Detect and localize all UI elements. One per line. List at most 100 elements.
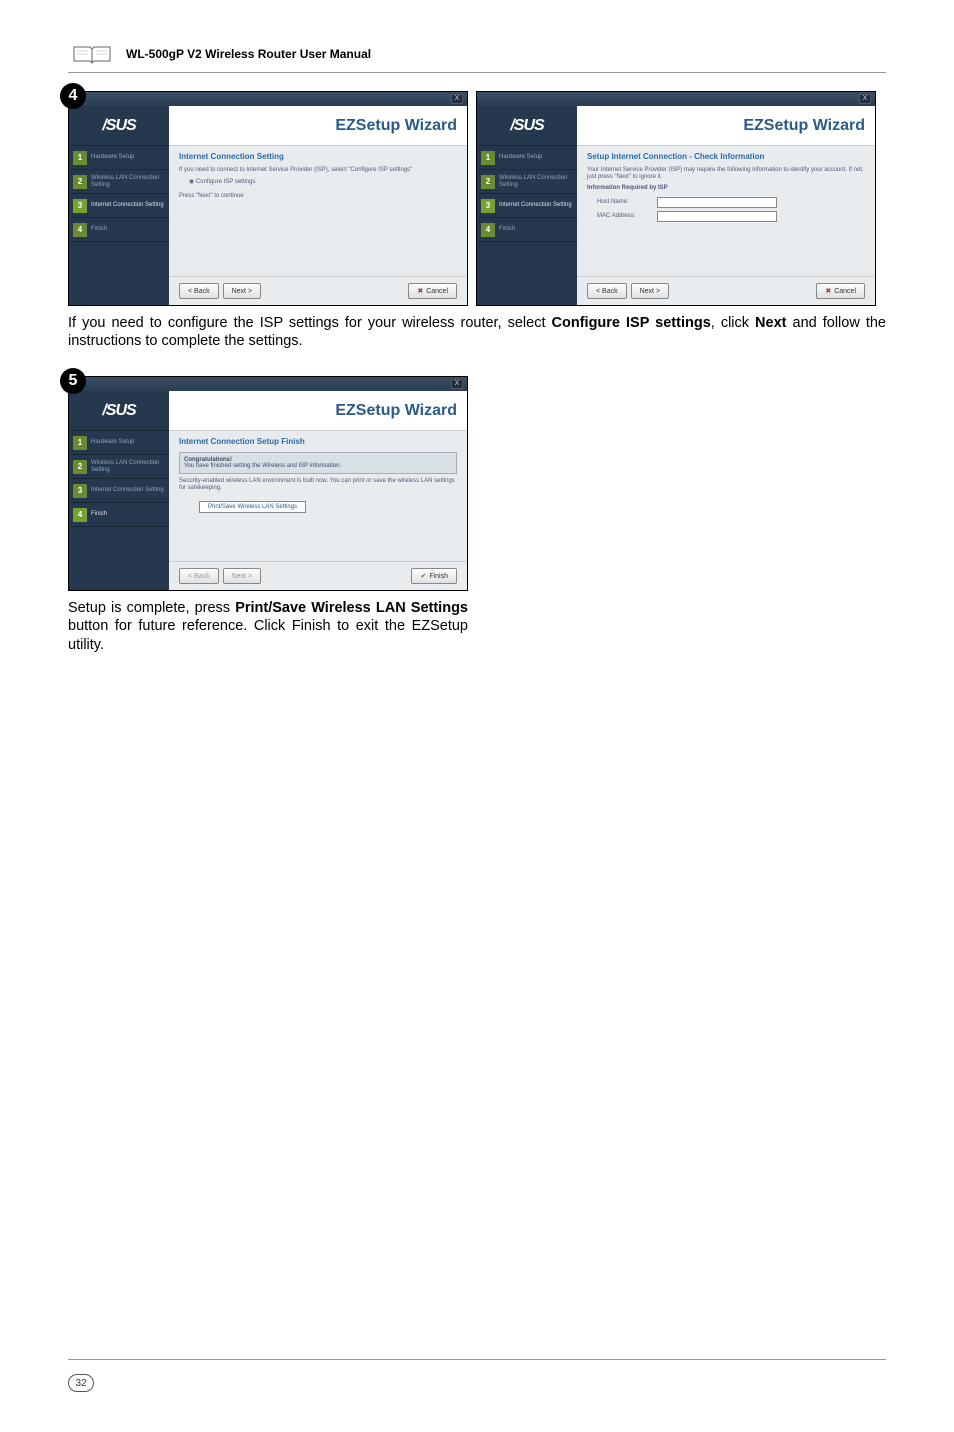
step4-row: 4 X /SUS 1 Hardware Setup 2 Wireless LAN C… xyxy=(68,91,886,306)
step-num: 1 xyxy=(73,151,87,165)
sidebar-item-wireless[interactable]: 2 Wireless LAN Connection Setting xyxy=(69,455,169,479)
step-num: 3 xyxy=(73,199,87,213)
press-next-text: Press "Next" to continue xyxy=(179,193,457,200)
sidebar-item-finish[interactable]: 4 Finish xyxy=(69,503,169,527)
content-title: Internet Connection Setup Finish xyxy=(179,437,457,446)
wizard-window-check-info: X /SUS 1 Hardware Setup 2 Wireless LAN Con… xyxy=(476,91,876,306)
step-num: 1 xyxy=(481,151,495,165)
step-label: Finish xyxy=(91,226,107,233)
sidebar-item-wireless[interactable]: 2 Wireless LAN Connection Setting xyxy=(69,170,169,194)
step-num: 4 xyxy=(481,223,495,237)
print-save-button[interactable]: Print/Save Wireless LAN Settings xyxy=(199,501,306,513)
sidebar-item-internet[interactable]: 3 Internet Connection Setting xyxy=(477,194,577,218)
configure-isp-radio[interactable]: ◉ Configure ISP settings xyxy=(189,178,457,185)
finish-button[interactable]: ✔Finish xyxy=(411,568,457,584)
content-desc: Your Internet Service Provider (ISP) may… xyxy=(587,167,865,181)
wizard-sidebar: /SUS 1 Hardware Setup 2 Wireless LAN Conne… xyxy=(477,106,577,305)
security-text: Security-enabled wireless LAN environmen… xyxy=(179,478,457,492)
wizard-window-finish: X /SUS 1 Hardware Setup 2 Wireless LAN Con… xyxy=(68,376,468,591)
titlebar: X xyxy=(477,92,875,106)
sidebar-item-finish[interactable]: 4 Finish xyxy=(477,218,577,242)
step-num: 3 xyxy=(73,484,87,498)
congrat-text: You have finished setting the Wireless a… xyxy=(184,463,452,469)
wizard-buttons: < Back Next > ✖Cancel xyxy=(169,276,467,305)
next-button[interactable]: Next > xyxy=(631,283,669,299)
sidebar-item-wireless[interactable]: 2 Wireless LAN Connection Setting xyxy=(477,170,577,194)
wizard-title: EZSetup Wizard xyxy=(577,106,875,146)
step-label: Wireless LAN Connection Setting xyxy=(91,460,165,473)
host-name-label: Host Name: xyxy=(597,199,657,205)
sidebar-item-hardware[interactable]: 1 Hardware Setup xyxy=(69,146,169,170)
close-icon[interactable]: X xyxy=(451,379,463,389)
step4-caption: If you need to configure the ISP setting… xyxy=(68,314,886,350)
footer-rule xyxy=(68,1359,886,1360)
wizard-content: Setup Internet Connection - Check Inform… xyxy=(577,146,875,276)
next-button: Next > xyxy=(223,568,261,584)
wizard-sidebar: /SUS 1 Hardware Setup 2 Wireless LAN Conne… xyxy=(69,391,169,590)
step-label: Hardware Setup xyxy=(499,154,542,161)
wizard-window-isp-setting: X /SUS 1 Hardware Setup 2 Wireless LAN Con… xyxy=(68,91,468,306)
step-label: Finish xyxy=(91,511,107,518)
x-icon: ✖ xyxy=(417,287,423,295)
step-badge-4: 4 xyxy=(60,83,86,109)
sidebar-item-hardware[interactable]: 1 Hardware Setup xyxy=(477,146,577,170)
back-button[interactable]: < Back xyxy=(587,283,627,299)
step-label: Wireless LAN Connection Setting xyxy=(91,175,165,188)
step-label: Internet Connection Setting xyxy=(499,202,572,209)
step-label: Internet Connection Setting xyxy=(91,487,164,494)
step5-row: 5 X /SUS 1Hardware Setup 2Wireless LAN C… xyxy=(68,376,886,591)
congratulations-box: Congratulations! You have finished setti… xyxy=(179,452,457,474)
step5-caption: Setup is complete, press Print/Save Wire… xyxy=(68,599,468,653)
step-label: Hardware Setup xyxy=(91,154,134,161)
next-button[interactable]: Next > xyxy=(223,283,261,299)
content-title: Internet Connection Setting xyxy=(179,152,457,161)
titlebar: X xyxy=(69,92,467,106)
sidebar-item-finish[interactable]: 4 Finish xyxy=(69,218,169,242)
sidebar-item-internet[interactable]: 3 Internet Connection Setting xyxy=(69,479,169,503)
step-label: Internet Connection Setting xyxy=(91,202,164,209)
step-label: Finish xyxy=(499,226,515,233)
wizard-buttons: < Back Next > ✖Cancel xyxy=(577,276,875,305)
step-num: 3 xyxy=(481,199,495,213)
check-icon: ✔ xyxy=(420,572,426,580)
radio-label: Configure ISP settings xyxy=(196,179,256,185)
back-button[interactable]: < Back xyxy=(179,283,219,299)
mac-address-input[interactable] xyxy=(657,211,777,222)
close-icon[interactable]: X xyxy=(859,94,871,104)
host-name-input[interactable] xyxy=(657,197,777,208)
step-num: 1 xyxy=(73,436,87,450)
step-num: 4 xyxy=(73,508,87,522)
x-icon: ✖ xyxy=(825,287,831,295)
mac-address-label: MAC Address: xyxy=(597,213,657,219)
cancel-button[interactable]: ✖Cancel xyxy=(408,283,457,299)
manual-header: WL-500gP V2 Wireless Router User Manual xyxy=(68,40,886,73)
close-icon[interactable]: X xyxy=(451,94,463,104)
titlebar: X xyxy=(69,377,467,391)
step-num: 2 xyxy=(73,175,87,189)
asus-logo: /SUS xyxy=(69,391,169,431)
wizard-content: Internet Connection Setup Finish Congrat… xyxy=(169,431,467,561)
asus-logo: /SUS xyxy=(69,106,169,146)
step-num: 2 xyxy=(73,460,87,474)
back-button: < Back xyxy=(179,568,219,584)
host-name-row: Host Name: xyxy=(597,197,865,208)
mac-address-row: MAC Address: xyxy=(597,211,865,222)
asus-logo: /SUS xyxy=(477,106,577,146)
step-num: 2 xyxy=(481,175,495,189)
wizard-sidebar: /SUS 1 Hardware Setup 2 Wireless LAN Conne… xyxy=(69,106,169,305)
page-number: 32 xyxy=(68,1374,94,1392)
sidebar-item-hardware[interactable]: 1 Hardware Setup xyxy=(69,431,169,455)
step-label: Wireless LAN Connection Setting xyxy=(499,175,573,188)
info-required-label: Information Required by ISP xyxy=(587,185,865,192)
sidebar-item-internet[interactable]: 3 Internet Connection Setting xyxy=(69,194,169,218)
content-title: Setup Internet Connection - Check Inform… xyxy=(587,152,865,161)
cancel-button[interactable]: ✖Cancel xyxy=(816,283,865,299)
step-num: 4 xyxy=(73,223,87,237)
step-label: Hardware Setup xyxy=(91,439,134,446)
book-icon xyxy=(68,40,116,68)
wizard-buttons: < Back Next > ✔Finish xyxy=(169,561,467,590)
wizard-title: EZSetup Wizard xyxy=(169,391,467,431)
content-desc: If you need to connect to Internet Servi… xyxy=(179,167,457,174)
wizard-content: Internet Connection Setting If you need … xyxy=(169,146,467,276)
wizard-title: EZSetup Wizard xyxy=(169,106,467,146)
